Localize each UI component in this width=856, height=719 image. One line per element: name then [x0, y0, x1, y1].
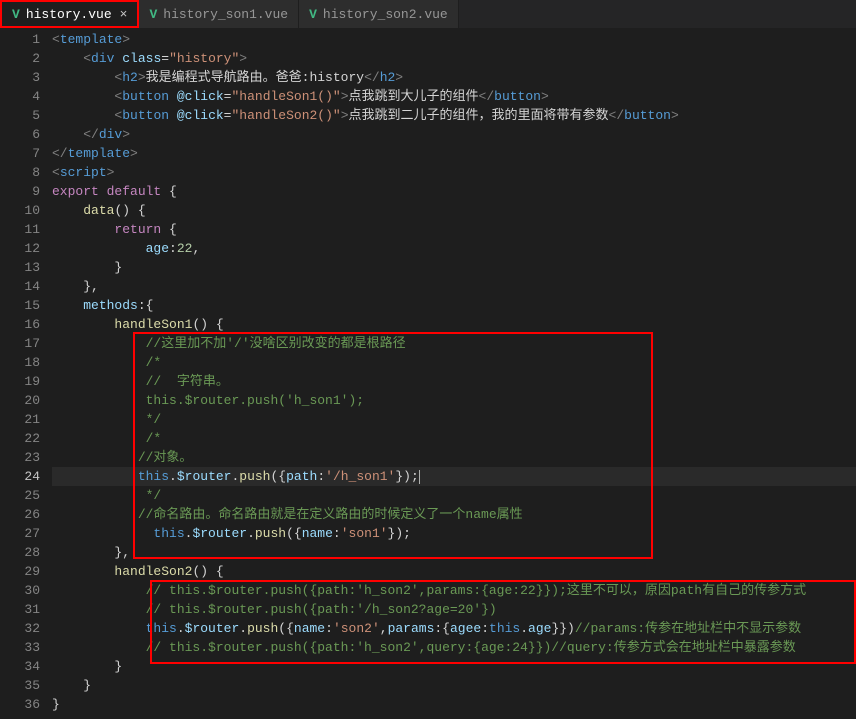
code-line: handleSon1() {: [52, 315, 856, 334]
line-number: 25: [0, 486, 40, 505]
code-line: methods:{: [52, 296, 856, 315]
line-number: 36: [0, 695, 40, 714]
code-editor[interactable]: 1234567891011121314151617181920212223242…: [0, 28, 856, 719]
code-area[interactable]: <template> <div class="history"> <h2>我是编…: [52, 28, 856, 719]
code-line: //命名路由。命名路由就是在定义路由的时候定义了一个name属性: [52, 505, 856, 524]
code-line: export default {: [52, 182, 856, 201]
code-line: <div class="history">: [52, 49, 856, 68]
code-line: /*: [52, 429, 856, 448]
line-number: 13: [0, 258, 40, 277]
code-line: // this.$router.push({path:'h_son2',para…: [52, 581, 856, 600]
tab-label: history_son1.vue: [163, 7, 288, 22]
line-number: 16: [0, 315, 40, 334]
line-number: 4: [0, 87, 40, 106]
tab-bar: V history.vue × V history_son1.vue V his…: [0, 0, 856, 28]
line-number: 32: [0, 619, 40, 638]
code-line: <script>: [52, 163, 856, 182]
line-number: 21: [0, 410, 40, 429]
code-line: <button @click="handleSon1()">点我跳到大儿子的组件…: [52, 87, 856, 106]
line-number: 35: [0, 676, 40, 695]
code-line: //这里加不加'/'没啥区别改变的都是根路径: [52, 334, 856, 353]
code-line: this.$router.push('h_son1');: [52, 391, 856, 410]
close-icon[interactable]: ×: [120, 7, 128, 22]
line-number: 28: [0, 543, 40, 562]
tab-label: history_son2.vue: [323, 7, 448, 22]
code-line: },: [52, 277, 856, 296]
line-number: 14: [0, 277, 40, 296]
code-line: data() {: [52, 201, 856, 220]
code-line: */: [52, 410, 856, 429]
text-cursor: [419, 470, 420, 484]
code-line: age:22,: [52, 239, 856, 258]
line-number: 20: [0, 391, 40, 410]
line-number: 23: [0, 448, 40, 467]
code-line: <template>: [52, 30, 856, 49]
vue-icon: V: [149, 7, 157, 22]
line-number: 8: [0, 163, 40, 182]
tab-history-son2-vue[interactable]: V history_son2.vue: [299, 0, 459, 28]
code-line-active: this.$router.push({path:'/h_son1'});: [52, 467, 856, 486]
line-number: 1: [0, 30, 40, 49]
line-number: 7: [0, 144, 40, 163]
code-line: // 字符串。: [52, 372, 856, 391]
code-line: }: [52, 676, 856, 695]
code-line: }: [52, 695, 856, 714]
code-line: this.$router.push({name:'son2',params:{a…: [52, 619, 856, 638]
line-number: 31: [0, 600, 40, 619]
line-number: 19: [0, 372, 40, 391]
tab-history-son1-vue[interactable]: V history_son1.vue: [139, 0, 299, 28]
line-number: 11: [0, 220, 40, 239]
code-line: //对象。: [52, 448, 856, 467]
line-number: 29: [0, 562, 40, 581]
code-line: </div>: [52, 125, 856, 144]
tab-label: history.vue: [26, 7, 112, 22]
line-number: 12: [0, 239, 40, 258]
vue-icon: V: [12, 7, 20, 22]
line-number-gutter: 1234567891011121314151617181920212223242…: [0, 28, 52, 719]
line-number: 33: [0, 638, 40, 657]
line-number: 34: [0, 657, 40, 676]
code-line: return {: [52, 220, 856, 239]
code-line: }: [52, 657, 856, 676]
vue-icon: V: [309, 7, 317, 22]
line-number: 27: [0, 524, 40, 543]
line-number: 17: [0, 334, 40, 353]
line-number: 6: [0, 125, 40, 144]
line-number: 26: [0, 505, 40, 524]
code-line: <h2>我是编程式导航路由。爸爸:history</h2>: [52, 68, 856, 87]
line-number: 2: [0, 49, 40, 68]
line-number: 18: [0, 353, 40, 372]
code-line: }: [52, 258, 856, 277]
code-line: /*: [52, 353, 856, 372]
code-line: */: [52, 486, 856, 505]
code-line: <button @click="handleSon2()">点我跳到二儿子的组件…: [52, 106, 856, 125]
line-number: 9: [0, 182, 40, 201]
code-line: handleSon2() {: [52, 562, 856, 581]
line-number: 3: [0, 68, 40, 87]
tab-history-vue[interactable]: V history.vue ×: [0, 0, 139, 28]
code-line: },: [52, 543, 856, 562]
line-number: 5: [0, 106, 40, 125]
code-line: // this.$router.push({path:'h_son2',quer…: [52, 638, 856, 657]
code-line: </template>: [52, 144, 856, 163]
code-line: this.$router.push({name:'son1'});: [52, 524, 856, 543]
line-number: 30: [0, 581, 40, 600]
line-number: 10: [0, 201, 40, 220]
line-number: 15: [0, 296, 40, 315]
line-number: 24: [0, 467, 40, 486]
line-number: 22: [0, 429, 40, 448]
code-line: // this.$router.push({path:'/h_son2?age=…: [52, 600, 856, 619]
